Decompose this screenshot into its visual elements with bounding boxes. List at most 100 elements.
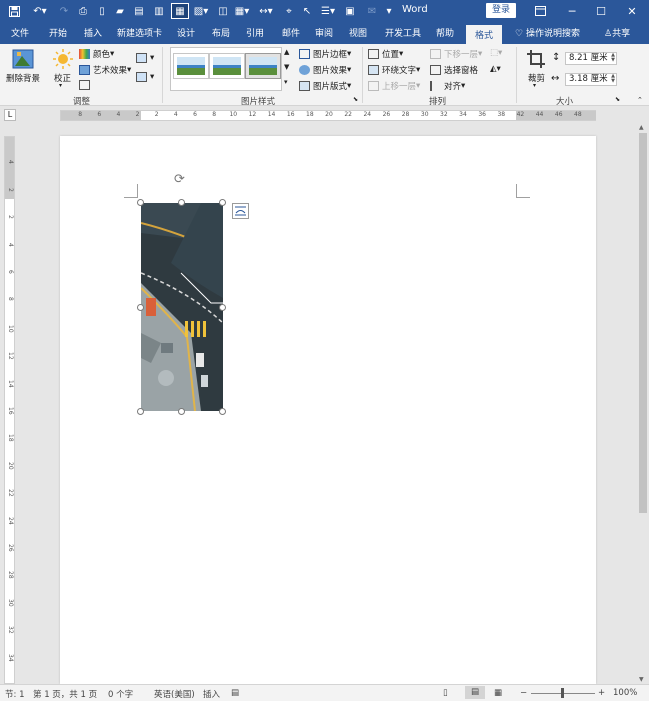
select-icon[interactable]: ↖ bbox=[300, 3, 314, 19]
height-stepper-icon[interactable]: ▲ ▼ bbox=[611, 53, 615, 63]
wrap-text-button[interactable]: 环绕文字 ▾ bbox=[368, 64, 420, 76]
print-layout-view-icon[interactable]: ▤ bbox=[465, 686, 485, 699]
style-thumb-1[interactable] bbox=[173, 53, 209, 79]
new-document-icon[interactable]: ▯ bbox=[95, 3, 109, 19]
resize-handle-t[interactable] bbox=[178, 199, 185, 206]
status-page[interactable]: 第 1 页，共 1 页 bbox=[33, 688, 97, 700]
resize-handle-tl[interactable] bbox=[137, 199, 144, 206]
remove-background-icon[interactable] bbox=[12, 49, 34, 72]
web-layout-view-icon[interactable]: ▦ bbox=[494, 688, 502, 698]
zoom-out-icon[interactable]: − bbox=[520, 688, 527, 698]
close-icon[interactable]: ✕ bbox=[616, 0, 648, 22]
gallery-more-icon[interactable]: ▾ bbox=[284, 78, 288, 86]
resize-handle-b[interactable] bbox=[178, 408, 185, 415]
ribbon-display-options-icon[interactable] bbox=[524, 0, 556, 22]
collapse-ribbon-icon[interactable]: ⌃ bbox=[637, 96, 643, 104]
table-icon[interactable]: ▦▾ bbox=[234, 3, 250, 19]
customize-qat-icon[interactable]: ▾ bbox=[384, 3, 394, 19]
tab-developer[interactable]: 开发工具 bbox=[385, 26, 421, 39]
tab-design[interactable]: 设计 bbox=[177, 26, 195, 39]
corrections-icon[interactable] bbox=[53, 49, 73, 72]
bullets-icon[interactable]: ☰▾ bbox=[318, 3, 338, 19]
chevron-down-icon[interactable]: ▾ bbox=[59, 82, 62, 89]
tab-mailings[interactable]: 邮件 bbox=[282, 26, 300, 39]
picture-icon[interactable]: ▨▾ bbox=[192, 3, 210, 19]
tab-file[interactable]: 文件 bbox=[11, 26, 29, 39]
zoom-in-icon[interactable]: + bbox=[598, 688, 605, 698]
scroll-up-icon[interactable]: ▲ bbox=[639, 124, 644, 131]
vertical-ruler[interactable]: 4 2 2 4 6 8 10 12 14 16 18 20 22 24 26 28 30 32 34 bbox=[4, 136, 15, 684]
gallery-down-icon[interactable]: ▼ bbox=[284, 63, 289, 71]
read-mode-icon[interactable]: ▦ bbox=[171, 3, 189, 19]
tab-view[interactable]: 视图 bbox=[349, 26, 367, 39]
artistic-effects-button[interactable]: 艺术效果 ▾ bbox=[79, 64, 131, 76]
status-mode[interactable]: 插入 bbox=[203, 688, 220, 700]
undo-icon[interactable]: ↶▾ bbox=[30, 3, 50, 19]
tell-me-search[interactable]: ♡ 操作说明搜索 bbox=[515, 26, 580, 39]
zoom-level[interactable]: 100% bbox=[613, 688, 637, 698]
tab-references[interactable]: 引用 bbox=[246, 26, 264, 39]
tab-new[interactable]: 新建选项卡 bbox=[117, 26, 162, 39]
scrollbar-thumb[interactable] bbox=[639, 133, 647, 513]
size-dialog-launcher-icon[interactable]: ⬊ bbox=[615, 96, 620, 103]
tab-insert[interactable]: 插入 bbox=[84, 26, 102, 39]
tab-selector-icon[interactable]: L bbox=[4, 109, 16, 121]
resize-handle-r[interactable] bbox=[219, 304, 226, 311]
height-field[interactable]: 8.21 厘米 ▲ ▼ bbox=[565, 52, 617, 65]
align-button[interactable]: 对齐 ▾ bbox=[430, 80, 465, 92]
print-preview-icon[interactable]: ⎙ bbox=[76, 3, 90, 19]
selected-picture[interactable] bbox=[141, 203, 223, 411]
reset-picture-icon[interactable]: ▾ bbox=[136, 72, 154, 82]
crop-icon[interactable] bbox=[526, 49, 546, 72]
color-button[interactable]: 颜色 ▾ bbox=[79, 48, 114, 60]
style-thumb-3[interactable] bbox=[245, 53, 281, 79]
gallery-up-icon[interactable]: ▲ bbox=[284, 48, 289, 56]
rotate-objects-icon[interactable]: ◭▾ bbox=[490, 64, 501, 74]
crop-chevron-down-icon[interactable]: ▾ bbox=[533, 82, 536, 89]
macro-record-icon[interactable]: ▤ bbox=[231, 688, 239, 698]
tab-layout[interactable]: 布局 bbox=[212, 26, 230, 39]
status-words[interactable]: 0 个字 bbox=[108, 688, 133, 700]
zoom-slider-thumb[interactable] bbox=[561, 688, 564, 698]
resize-handle-bl[interactable] bbox=[137, 408, 144, 415]
remove-background-label[interactable]: 删除背景 bbox=[6, 72, 40, 84]
tab-review[interactable]: 审阅 bbox=[315, 26, 333, 39]
scroll-down-icon[interactable]: ▼ bbox=[639, 676, 644, 683]
share-button[interactable]: ♙共享 bbox=[604, 26, 630, 39]
status-section[interactable]: 节: 1 bbox=[5, 688, 24, 700]
resize-handle-br[interactable] bbox=[219, 408, 226, 415]
open-icon[interactable]: ▰ bbox=[113, 3, 127, 19]
tab-format[interactable]: 格式 bbox=[466, 25, 502, 44]
read-mode-view-icon[interactable]: ▯ bbox=[443, 688, 448, 698]
picture-border-button[interactable]: 图片边框 ▾ bbox=[299, 48, 351, 60]
compress-pictures-icon[interactable] bbox=[79, 80, 93, 90]
tab-help[interactable]: 帮助 bbox=[436, 26, 454, 39]
dialog-launcher-icon[interactable]: ⬊ bbox=[353, 96, 358, 103]
style-thumb-2[interactable] bbox=[209, 53, 245, 79]
format-painter-icon[interactable]: ⌖ bbox=[282, 3, 296, 19]
selection-pane-button[interactable]: 选择窗格 bbox=[430, 64, 478, 76]
change-picture-icon[interactable]: ▾ bbox=[136, 53, 154, 63]
corrections-label[interactable]: 校正 bbox=[54, 72, 71, 84]
horizontal-ruler[interactable]: 8 6 4 2 2 4 6 8 10 12 14 16 18 20 22 24 26 28 30 32 34 36 38 42… bbox=[60, 110, 596, 121]
save-icon[interactable] bbox=[6, 3, 22, 19]
clipboard-icon[interactable]: ▥ bbox=[151, 3, 167, 19]
crop-label[interactable]: 裁剪 bbox=[528, 72, 545, 84]
login-button[interactable]: 登录 bbox=[486, 3, 516, 18]
restore-icon[interactable]: ☐ bbox=[585, 0, 617, 22]
resize-handle-l[interactable] bbox=[137, 304, 144, 311]
layout-options-icon[interactable] bbox=[232, 203, 249, 219]
width-icon[interactable]: ↔▾ bbox=[256, 3, 276, 19]
status-language[interactable]: 英语(美国) bbox=[154, 688, 195, 700]
minimize-icon[interactable]: ─ bbox=[556, 0, 588, 22]
columns-icon[interactable]: ◫ bbox=[216, 3, 230, 19]
width-stepper-icon[interactable]: ▲ ▼ bbox=[611, 74, 615, 84]
picture-effects-button[interactable]: 图片效果 ▾ bbox=[299, 64, 351, 76]
width-field[interactable]: 3.18 厘米 ▲ ▼ bbox=[565, 73, 617, 86]
tab-home[interactable]: 开始 bbox=[49, 26, 67, 39]
paste-icon[interactable]: ▤ bbox=[131, 3, 147, 19]
numbering-icon[interactable]: ▣ bbox=[343, 3, 357, 19]
picture-layout-button[interactable]: 图片版式 ▾ bbox=[299, 80, 351, 92]
rotate-handle-icon[interactable]: ⟳ bbox=[174, 172, 185, 187]
resize-handle-tr[interactable] bbox=[219, 199, 226, 206]
